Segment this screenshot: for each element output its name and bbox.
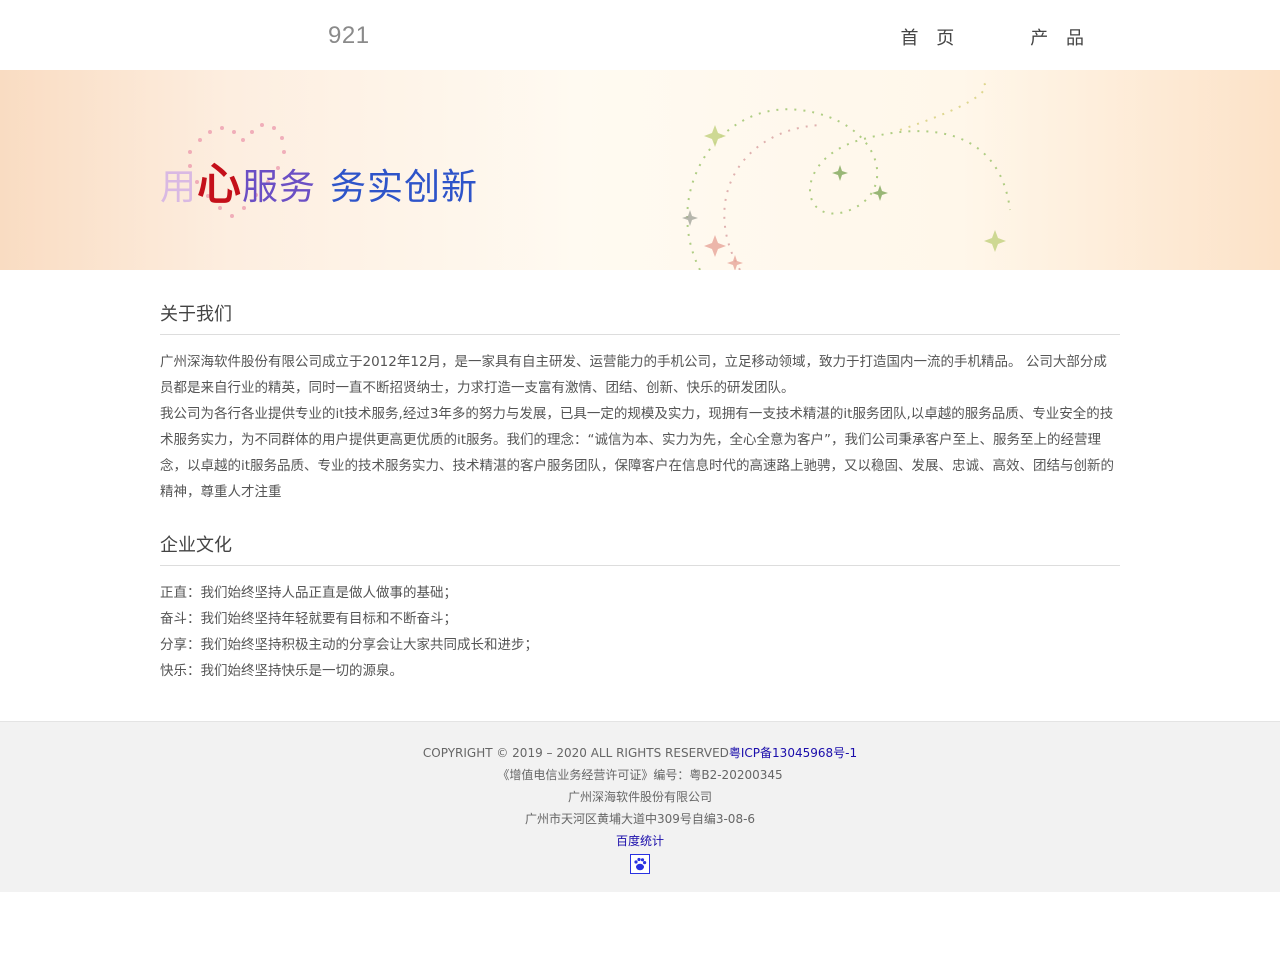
culture-title: 企业文化 bbox=[160, 531, 1120, 566]
main-content: 关于我们 广州深海软件股份有限公司成立于2012年12月，是一家具有自主研发、运… bbox=[160, 270, 1120, 684]
site-footer: COPYRIGHT © 2019 – 2020 ALL RIGHTS RESER… bbox=[0, 721, 1280, 892]
slogan-part-1: 用 bbox=[160, 167, 198, 208]
banner-slogan: 用心服务 务实创新 bbox=[160, 148, 478, 212]
baidu-paw-icon[interactable] bbox=[630, 854, 650, 874]
nav-products[interactable]: 产 品 bbox=[1030, 24, 1090, 50]
slogan-part-3: 服务 bbox=[242, 167, 317, 208]
license-text: 《增值电信业务经营许可证》编号：粤B2-20200345 bbox=[497, 768, 783, 782]
site-header: 921 首 页 产 品 bbox=[0, 0, 1280, 70]
about-title: 关于我们 bbox=[160, 300, 1120, 335]
culture-item: 奋斗：我们始终坚持年轻就要有目标和不断奋斗； bbox=[160, 611, 457, 627]
baidu-stats-link[interactable]: 百度统计 bbox=[616, 834, 664, 848]
about-paragraph: 我公司为各行各业提供专业的it技术服务,经过3年多的努力与发展，已具一定的规模及… bbox=[160, 406, 1115, 500]
company-address: 广州市天河区黄埔大道中309号自编3-08-6 bbox=[524, 812, 756, 826]
culture-item: 正直：我们始终坚持人品正直是做人做事的基础； bbox=[160, 585, 457, 601]
slogan-heart-char: 心 bbox=[197, 159, 243, 210]
culture-section: 企业文化 正直：我们始终坚持人品正直是做人做事的基础； 奋斗：我们始终坚持年轻就… bbox=[160, 531, 1120, 684]
sparkle-swirl bbox=[686, 79, 1011, 270]
about-paragraph: 广州深海软件股份有限公司成立于2012年12月，是一家具有自主研发、运营能力的手… bbox=[160, 354, 1107, 396]
culture-item: 快乐：我们始终坚持快乐是一切的源泉。 bbox=[160, 663, 403, 679]
nav-home[interactable]: 首 页 bbox=[901, 24, 961, 50]
copyright-text: COPYRIGHT © 2019 – 2020 ALL RIGHTS RESER… bbox=[422, 746, 729, 760]
main-nav: 首 页 产 品 bbox=[901, 24, 1090, 50]
footer-copyright-line: COPYRIGHT © 2019 – 2020 ALL RIGHTS RESER… bbox=[0, 742, 1280, 764]
hero-banner: 用心服务 务实创新 bbox=[0, 70, 1280, 270]
about-section: 关于我们 广州深海软件股份有限公司成立于2012年12月，是一家具有自主研发、运… bbox=[160, 300, 1120, 505]
culture-item: 分享：我们始终坚持积极主动的分享会让大家共同成长和进步； bbox=[160, 637, 538, 653]
company-name: 广州深海软件股份有限公司 bbox=[567, 790, 712, 804]
slogan-part-4: 务实创新 bbox=[330, 167, 479, 208]
icp-link[interactable]: 粤ICP备13045968号-1 bbox=[729, 746, 857, 760]
site-logo[interactable]: 921 bbox=[328, 22, 370, 50]
